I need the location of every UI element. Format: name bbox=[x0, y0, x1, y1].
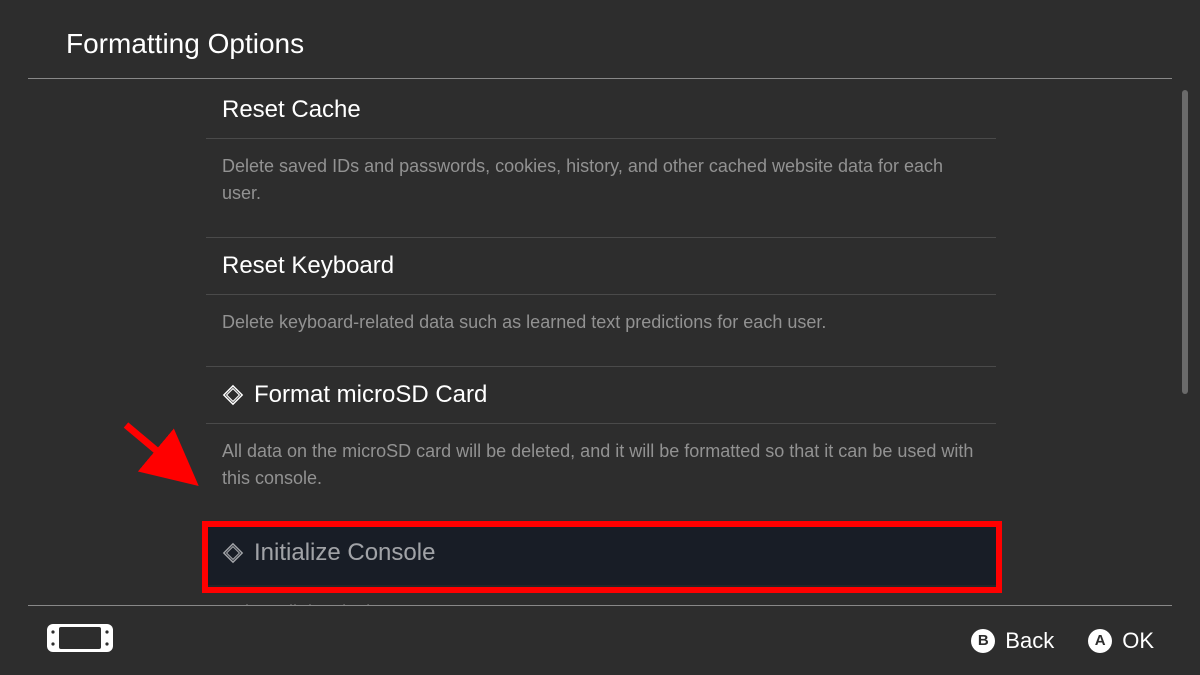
option-description: Delete saved IDs and passwords, cookies,… bbox=[206, 139, 996, 238]
scrollbar-thumb[interactable] bbox=[1182, 90, 1188, 394]
option-format-microsd[interactable]: Format microSD Card All data on the micr… bbox=[206, 367, 996, 523]
option-description: All data on the microSD card will be del… bbox=[206, 424, 996, 523]
diamond-warning-icon bbox=[222, 542, 244, 564]
header-divider bbox=[28, 78, 1172, 79]
a-button-icon: A bbox=[1088, 629, 1112, 653]
options-list: Reset Cache Delete saved IDs and passwor… bbox=[206, 82, 996, 605]
option-description: Delete all data in the system memory. bbox=[206, 585, 996, 605]
back-label: Back bbox=[1005, 628, 1054, 654]
footer-bar: B Back A OK bbox=[0, 606, 1200, 675]
page-header: Formatting Options bbox=[0, 0, 1200, 78]
option-initialize-console[interactable]: Initialize Console Delete all data in th… bbox=[206, 523, 996, 605]
page-title: Formatting Options bbox=[66, 28, 1200, 60]
option-reset-keyboard[interactable]: Reset Keyboard Delete keyboard-related d… bbox=[206, 238, 996, 367]
options-scroll-area: Reset Cache Delete saved IDs and passwor… bbox=[0, 82, 1200, 605]
option-title: Initialize Console bbox=[254, 539, 435, 567]
back-hint[interactable]: B Back bbox=[971, 628, 1054, 654]
scrollbar[interactable] bbox=[1182, 90, 1188, 597]
option-title: Reset Cache bbox=[222, 96, 361, 124]
console-handheld-icon bbox=[46, 623, 114, 658]
diamond-warning-icon bbox=[222, 384, 244, 406]
option-title: Format microSD Card bbox=[254, 381, 487, 409]
option-description: Delete keyboard-related data such as lea… bbox=[206, 295, 996, 367]
ok-hint[interactable]: A OK bbox=[1088, 628, 1154, 654]
option-reset-cache[interactable]: Reset Cache Delete saved IDs and passwor… bbox=[206, 82, 996, 238]
option-title: Reset Keyboard bbox=[222, 252, 394, 280]
b-button-icon: B bbox=[971, 629, 995, 653]
ok-label: OK bbox=[1122, 628, 1154, 654]
